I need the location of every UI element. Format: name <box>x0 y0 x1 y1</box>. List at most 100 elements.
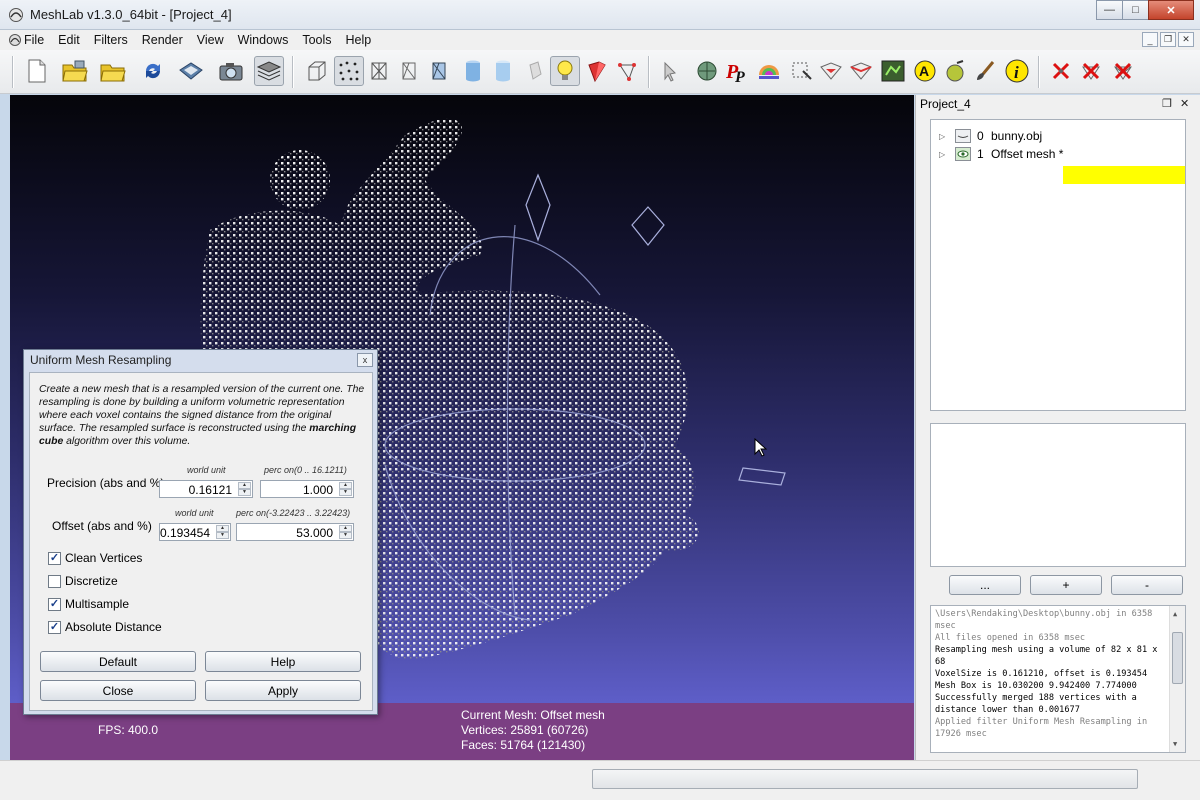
layer-row-selected[interactable]: ▷ 1 Offset mesh * <box>931 145 1063 163</box>
wireframe-icon[interactable] <box>364 56 394 86</box>
checkbox-checked-icon[interactable]: ✓ <box>48 551 61 565</box>
offset-perc-caption: perc on(-3.22423 .. 3.22423) <box>236 508 351 518</box>
align-icon[interactable] <box>846 56 876 86</box>
paint-icon[interactable]: PP <box>722 56 752 86</box>
log-line: Applied filter Uniform Mesh Resampling i… <box>935 717 1148 739</box>
layer-name: Offset mesh * <box>991 147 1064 161</box>
reload-icon[interactable] <box>138 56 168 86</box>
remove-layer-button[interactable]: - <box>1111 575 1183 595</box>
spinner-arrows-icon[interactable]: ▲ ▼ <box>238 482 251 496</box>
pickpoints-icon[interactable]: A <box>910 56 940 86</box>
offset-perc-input[interactable]: 53.000 ▲ ▼ <box>236 523 354 541</box>
layers-icon[interactable] <box>254 56 284 86</box>
delete-faces-icon[interactable] <box>1076 56 1106 86</box>
log-line: All files opened in 6358 msec <box>935 633 1086 643</box>
log-line: Resampling mesh using a volume of 82 x 8… <box>935 645 1158 667</box>
scrollbar-thumb[interactable] <box>1172 632 1183 684</box>
precision-perc-value: 1.000 <box>302 483 333 497</box>
help-button[interactable]: Help <box>205 651 361 672</box>
layer-row[interactable]: ▷ 0 bunny.obj <box>931 127 1042 145</box>
checkbox-label: Discretize <box>65 574 118 588</box>
manipulator-icon[interactable] <box>656 56 686 86</box>
log-line: VoxelSize is 0.161210, offset is 0.19345… <box>935 669 1148 679</box>
clean-vertices-checkbox[interactable]: ✓ Clean Vertices <box>48 551 142 565</box>
offset-abs-input[interactable]: 0.193454 ▲ ▼ <box>159 523 231 541</box>
scroll-down-icon[interactable]: ▼ <box>1173 738 1177 750</box>
flat-lines-icon[interactable] <box>424 56 454 86</box>
eye-closed-icon[interactable] <box>955 129 971 143</box>
hidden-lines-icon[interactable] <box>394 56 424 86</box>
scroll-up-icon[interactable]: ▲ <box>1173 608 1177 620</box>
annotate-icon[interactable] <box>878 56 908 86</box>
mdi-minimize-button[interactable]: _ <box>1142 32 1158 47</box>
log-panel: \Users\Rendaking\Desktop\bunny.obj in 63… <box>930 605 1186 753</box>
selected-faces-icon[interactable] <box>612 56 642 86</box>
checkbox-checked-icon[interactable]: ✓ <box>48 597 61 611</box>
backface-icon[interactable] <box>582 56 612 86</box>
spinner-arrows-icon[interactable]: ▲ ▼ <box>339 482 352 496</box>
precision-abs-input[interactable]: 0.16121 ▲ ▼ <box>159 480 253 498</box>
menu-tools[interactable]: Tools <box>302 33 331 47</box>
menu-help[interactable]: Help <box>346 33 372 47</box>
maximize-button[interactable]: □ <box>1122 0 1149 20</box>
points-icon[interactable] <box>334 56 364 86</box>
expand-arrow-icon[interactable]: ▷ <box>939 132 947 141</box>
menu-file[interactable]: File <box>24 33 44 47</box>
menu-view[interactable]: View <box>197 33 224 47</box>
checkbox-unchecked-icon[interactable] <box>48 574 61 588</box>
open-mesh-icon[interactable] <box>98 56 128 86</box>
checkbox-checked-icon[interactable]: ✓ <box>48 620 61 634</box>
dock-float-icon[interactable]: ❐ <box>1162 97 1172 110</box>
snapshot-icon[interactable] <box>216 56 246 86</box>
close-dialog-button[interactable]: Close <box>40 680 196 701</box>
mdi-close-button[interactable]: ✕ <box>1178 32 1194 47</box>
flat-icon[interactable] <box>458 56 488 86</box>
layer-options-button[interactable]: ... <box>949 575 1021 595</box>
default-button[interactable]: Default <box>40 651 196 672</box>
selected-layer-highlight <box>1063 166 1185 184</box>
absolute-distance-checkbox[interactable]: ✓ Absolute Distance <box>48 620 162 634</box>
text-icon[interactable] <box>940 56 970 86</box>
discretize-checkbox[interactable]: Discretize <box>48 574 118 588</box>
apply-button[interactable]: Apply <box>205 680 361 701</box>
spinner-arrows-icon[interactable]: ▲ ▼ <box>339 525 352 539</box>
light-icon[interactable] <box>550 56 580 86</box>
meshlab-small-icon[interactable] <box>8 33 22 47</box>
minimize-button[interactable]: — <box>1096 0 1123 20</box>
measure-icon[interactable] <box>692 56 722 86</box>
log-scrollbar[interactable]: ▲ ▼ <box>1169 606 1185 752</box>
menu-filters[interactable]: Filters <box>94 33 128 47</box>
bbox-icon[interactable] <box>302 56 332 86</box>
layer-name: bunny.obj <box>991 129 1043 143</box>
dialog-close-button[interactable]: x <box>357 353 373 367</box>
select-faces-icon[interactable] <box>786 56 816 86</box>
open-project-icon[interactable] <box>60 56 90 86</box>
mdi-restore-button[interactable]: ❐ <box>1160 32 1176 47</box>
expand-arrow-icon[interactable]: ▷ <box>939 150 947 159</box>
toolbar-separator <box>648 56 650 88</box>
texture-icon[interactable] <box>520 56 550 86</box>
window-title: MeshLab v1.3.0_64bit - [Project_4] <box>30 7 232 22</box>
eye-open-icon[interactable] <box>955 147 971 161</box>
spinner-arrows-icon[interactable]: ▲ ▼ <box>216 525 229 539</box>
smooth-icon[interactable] <box>488 56 518 86</box>
save-icon[interactable] <box>176 56 206 86</box>
menu-edit[interactable]: Edit <box>58 33 80 47</box>
dock-close-icon[interactable]: ✕ <box>1180 97 1189 110</box>
checkbox-label: Multisample <box>65 597 130 611</box>
new-project-icon[interactable] <box>22 56 52 86</box>
menu-render[interactable]: Render <box>142 33 183 47</box>
menu-windows[interactable]: Windows <box>238 33 289 47</box>
close-button[interactable]: ✕ <box>1148 0 1194 20</box>
info-icon[interactable]: i <box>1002 56 1032 86</box>
multisample-checkbox[interactable]: ✓ Multisample <box>48 597 129 611</box>
brush-icon[interactable] <box>970 56 1000 86</box>
select-vertices-icon[interactable] <box>754 56 784 86</box>
delete-vertices-icon[interactable] <box>1046 56 1076 86</box>
add-layer-button[interactable]: + <box>1030 575 1102 595</box>
precision-perc-input[interactable]: 1.000 ▲ ▼ <box>260 480 354 498</box>
select-connected-icon[interactable] <box>816 56 846 86</box>
log-line: Successfully merged 188 vertices with a … <box>935 693 1137 715</box>
delete-selection-icon[interactable] <box>1108 56 1138 86</box>
layer-index: 0 <box>977 129 984 143</box>
